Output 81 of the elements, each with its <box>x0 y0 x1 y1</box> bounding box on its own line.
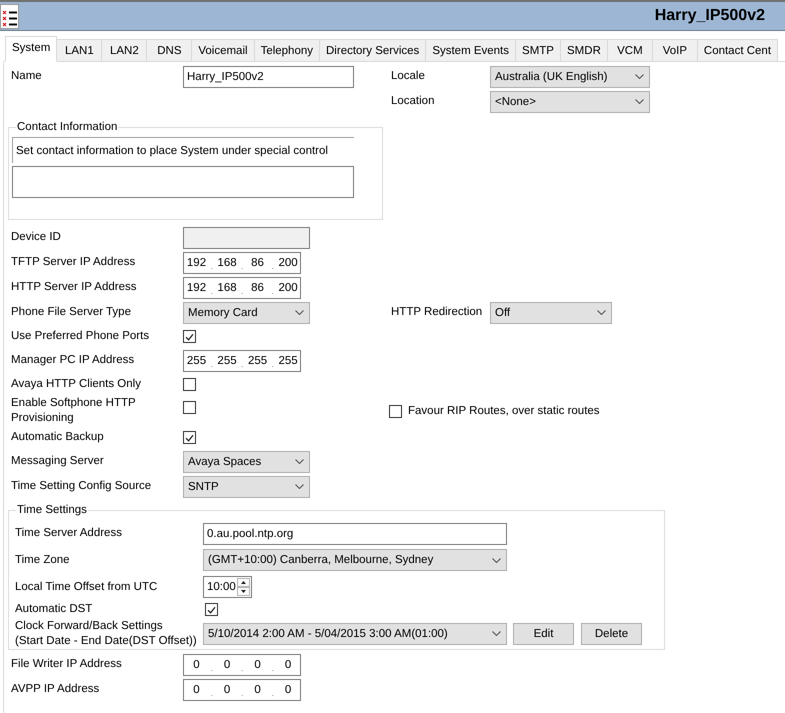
field-label: Automatic Backup <box>11 430 104 445</box>
triangle-up-icon <box>241 581 246 584</box>
dropdown[interactable]: Off <box>490 302 612 324</box>
spin-up-button[interactable] <box>237 578 250 587</box>
tab[interactable]: Telephony <box>254 39 320 62</box>
tab[interactable]: SMDR <box>560 39 608 62</box>
tab[interactable]: Contact Cent <box>696 39 778 62</box>
tab[interactable]: Directory Services <box>319 39 426 62</box>
window-title: Harry_IP500v2 <box>654 6 765 26</box>
field-label: Manager PC IP Address <box>11 353 134 368</box>
ip-address-field[interactable]: 255 . 255 . 255 . 255 <box>183 350 301 372</box>
field-label: Use Preferred Phone Ports <box>11 329 150 344</box>
dropdown[interactable]: Memory Card <box>183 302 310 324</box>
checkmark-icon <box>207 606 216 614</box>
chevron-down-icon <box>295 459 304 464</box>
chevron-down-icon <box>295 310 304 315</box>
checklist-icon[interactable] <box>0 4 19 28</box>
chevron-down-icon <box>295 484 304 489</box>
checkmark-icon <box>185 332 194 340</box>
field-label: Locale <box>391 69 425 84</box>
checkbox[interactable] <box>183 378 196 391</box>
chevron-down-icon <box>492 631 501 636</box>
tab[interactable]: Voicemail <box>191 39 255 62</box>
group-title: Contact Information <box>17 121 118 133</box>
ip-address-field[interactable]: 0 . 0 . 0 . 0 <box>183 678 301 700</box>
text-area-field[interactable] <box>12 166 354 198</box>
action-button[interactable]: Edit <box>513 622 574 644</box>
field-label: Phone File Server Type <box>11 305 131 320</box>
dropdown[interactable]: Australia (UK English) <box>490 66 650 88</box>
chevron-down-icon <box>597 310 606 315</box>
field-label: Time Zone <box>15 552 70 568</box>
field-label: Name <box>11 69 42 84</box>
chevron-down-icon <box>635 99 644 104</box>
tab[interactable]: DNS <box>146 39 192 62</box>
tab[interactable]: LAN1 <box>56 39 102 62</box>
tab[interactable]: VCM <box>606 39 653 62</box>
dropdown[interactable]: Avaya Spaces <box>183 450 310 472</box>
field-label: Clock Forward/Back Settings (Start Date - End Date(DST Offset)) <box>15 618 197 648</box>
checkbox[interactable] <box>389 404 402 418</box>
field-label: Device ID <box>11 230 61 245</box>
field-label: AVPP IP Address <box>11 682 100 697</box>
field-label: Messaging Server <box>11 454 104 469</box>
field-label: Automatic DST <box>15 602 92 617</box>
checkbox[interactable] <box>183 401 196 414</box>
checkbox[interactable] <box>183 330 196 343</box>
field-label: File Writer IP Address <box>11 657 122 672</box>
spin-down-button[interactable] <box>237 587 250 596</box>
checkbox-label: Favour RIP Routes, over static routes <box>408 404 600 418</box>
field-label: Time Setting Config Source <box>11 479 152 494</box>
ip-address-field[interactable]: 192 . 168 . 86 . 200 <box>183 276 301 298</box>
triangle-down-icon <box>241 590 246 593</box>
checkbox[interactable] <box>205 603 218 616</box>
contact-info-note: Set contact information to place System under special control <box>12 137 354 163</box>
ip-address-field[interactable]: 192 . 168 . 86 . 200 <box>183 252 301 274</box>
tab[interactable]: System Events <box>425 39 516 62</box>
field-label: Enable Softphone HTTP Provisioning <box>11 396 136 426</box>
group-title: Time Settings <box>17 504 87 516</box>
tab[interactable]: System <box>5 36 58 62</box>
tab[interactable]: SMTP <box>515 39 562 62</box>
ip-address-field[interactable]: 0 . 0 . 0 . 0 <box>183 654 301 676</box>
field-label: HTTP Server IP Address <box>11 280 136 295</box>
chevron-down-icon <box>492 558 501 562</box>
field-label: Location <box>391 94 434 109</box>
spin-field[interactable]: 10:00 <box>203 576 252 598</box>
field-label: Time Server Address <box>15 526 122 541</box>
checkbox[interactable] <box>183 431 196 444</box>
text-field[interactable]: Harry_IP500v2 <box>183 66 354 88</box>
field-label: Avaya HTTP Clients Only <box>11 377 141 392</box>
dropdown[interactable]: <None> <box>490 90 650 112</box>
tab[interactable]: VoIP <box>652 39 698 62</box>
checkmark-icon <box>185 434 194 442</box>
field-label: HTTP Redirection <box>391 305 482 320</box>
field-label: TFTP Server IP Address <box>11 255 136 270</box>
dropdown[interactable]: 5/10/2014 2:00 AM - 5/04/2015 3:00 AM(01:00) <box>203 622 507 644</box>
chevron-down-icon <box>635 74 644 79</box>
field-label: Local Time Offset from UTC <box>15 580 158 594</box>
dropdown[interactable]: SNTP <box>183 476 310 498</box>
text-field[interactable]: 0.au.pool.ntp.org <box>203 522 507 544</box>
tab[interactable]: LAN2 <box>101 39 148 62</box>
dropdown[interactable]: (GMT+10:00) Canberra, Melbourne, Sydney <box>203 549 507 571</box>
action-button[interactable]: Delete <box>581 622 642 644</box>
